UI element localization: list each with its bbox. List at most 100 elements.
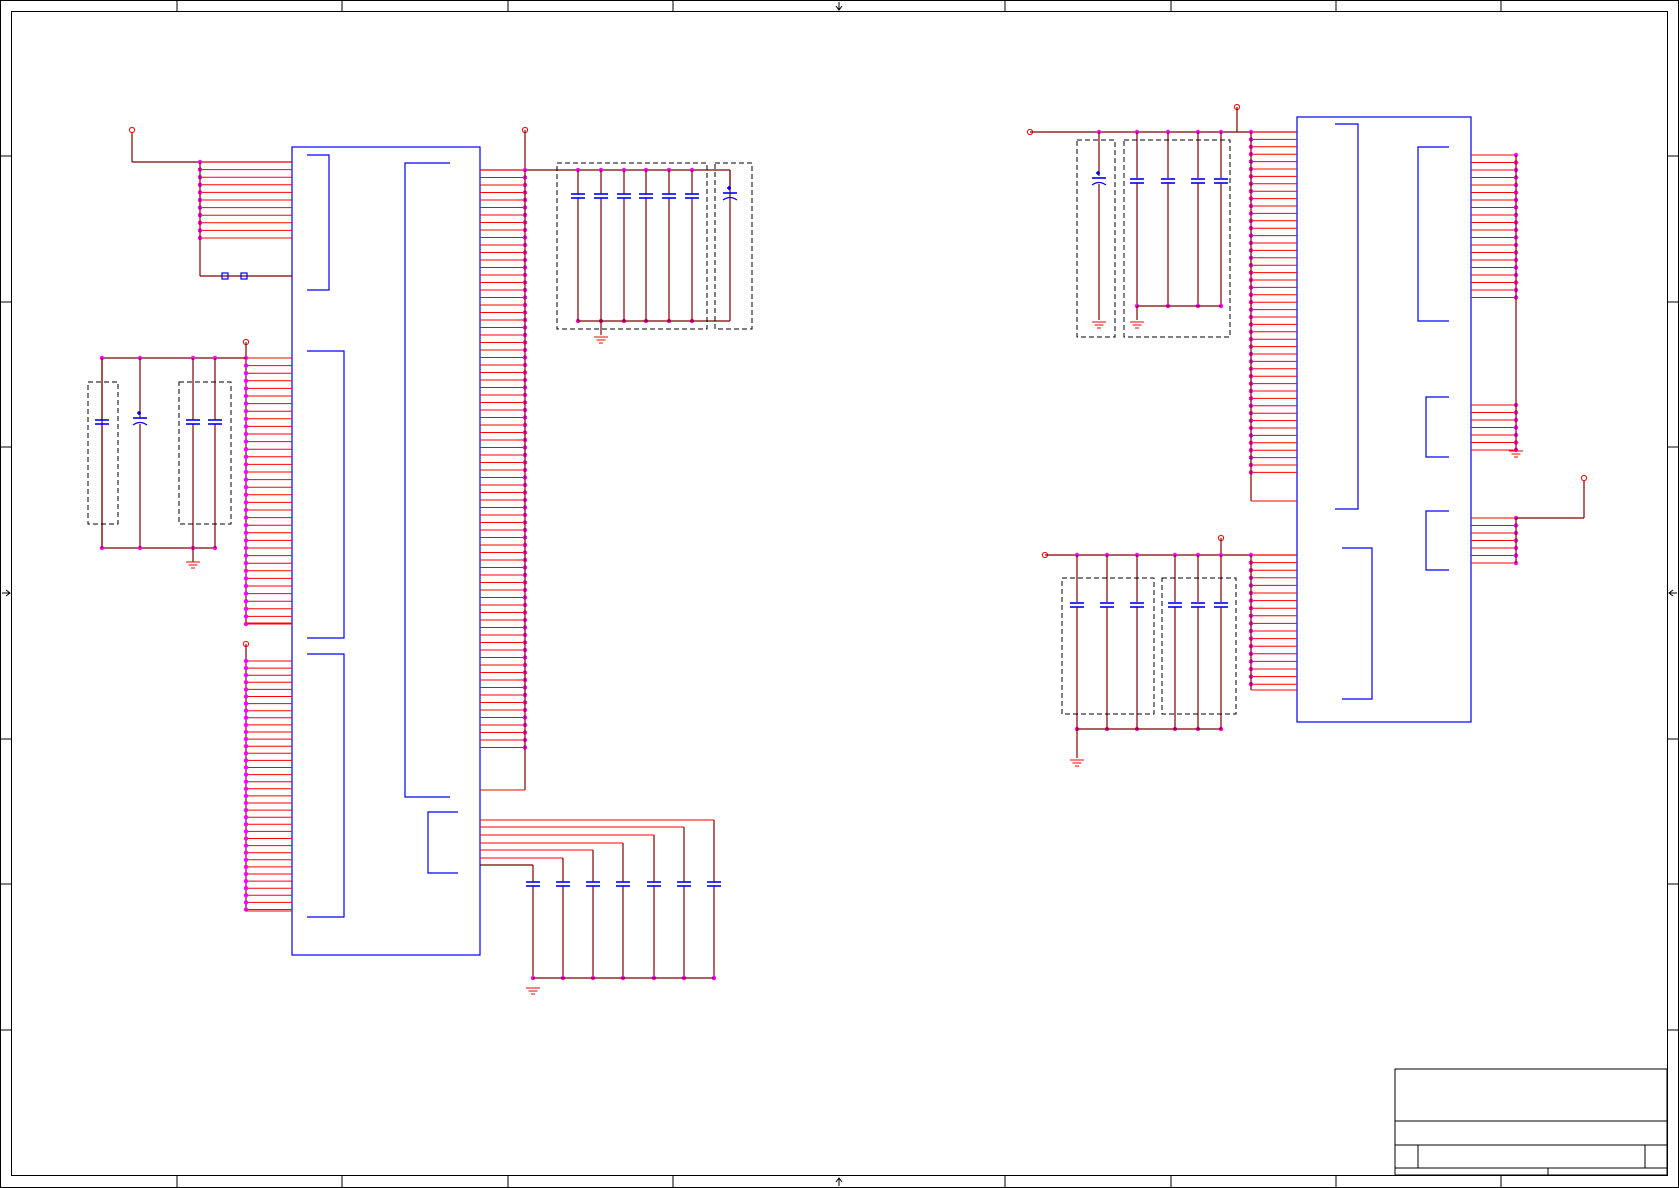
capacitor-icon bbox=[616, 881, 630, 887]
junction-dot bbox=[243, 729, 249, 735]
capacitor-icon bbox=[1100, 602, 1114, 608]
junction-dot bbox=[243, 447, 249, 452]
capacitor-icon bbox=[647, 881, 661, 887]
pin-group-bracket bbox=[1417, 146, 1449, 322]
junction-dot bbox=[243, 864, 249, 870]
junction-dot bbox=[243, 393, 249, 399]
junction-dot bbox=[243, 507, 249, 513]
capacitor-icon bbox=[1070, 602, 1084, 608]
ground-icon bbox=[526, 987, 540, 995]
junction-dot bbox=[243, 893, 249, 898]
junction-dot bbox=[243, 850, 249, 855]
title-block bbox=[1394, 1068, 1668, 1176]
junction-dot bbox=[243, 568, 249, 573]
junction-dot bbox=[243, 722, 249, 728]
decoupling-group-box bbox=[1161, 577, 1237, 715]
pin-group-bracket bbox=[1342, 547, 1373, 700]
junction-dot bbox=[243, 561, 249, 566]
junction-dot bbox=[243, 545, 249, 551]
capacitor-icon bbox=[677, 881, 691, 887]
junction-dot bbox=[243, 687, 249, 692]
capacitor-icon bbox=[1130, 602, 1144, 608]
schematic-sheet bbox=[0, 0, 1679, 1188]
power-port-icon bbox=[128, 126, 136, 134]
polarized-capacitor-icon bbox=[132, 411, 148, 426]
junction-dot bbox=[243, 424, 249, 429]
decoupling-group-box bbox=[87, 381, 119, 525]
decoupling-group-box bbox=[1076, 139, 1116, 338]
junction-dot bbox=[243, 401, 249, 406]
capacitor-icon bbox=[526, 881, 540, 887]
decoupling-group-box bbox=[1123, 139, 1231, 338]
junction-dot bbox=[243, 454, 249, 459]
decoupling-group-box bbox=[714, 162, 753, 330]
junction-dot bbox=[243, 621, 249, 627]
junction-dot bbox=[243, 708, 249, 713]
junction-dot bbox=[243, 765, 249, 770]
capacitor-icon bbox=[1191, 602, 1205, 608]
ground-icon bbox=[1130, 321, 1144, 329]
junction-dot bbox=[243, 857, 249, 862]
capacitor-icon bbox=[707, 881, 721, 887]
junction-dot bbox=[243, 614, 249, 619]
junction-dot bbox=[243, 815, 249, 820]
junction-dot bbox=[243, 599, 249, 604]
junction-dot bbox=[243, 523, 249, 528]
junction-dot bbox=[243, 485, 249, 490]
pin-group-bracket bbox=[307, 653, 345, 918]
junction-dot bbox=[243, 786, 249, 791]
ground-icon bbox=[1092, 321, 1106, 329]
pin-group-bracket bbox=[1425, 510, 1449, 571]
decoupling-group-box bbox=[1061, 577, 1155, 715]
junction-dot bbox=[243, 500, 249, 505]
capacitor-icon bbox=[556, 881, 570, 887]
capacitor-icon bbox=[186, 419, 200, 425]
power-port-icon bbox=[1580, 474, 1588, 482]
pin-group-bracket bbox=[427, 811, 458, 874]
junction-dot bbox=[243, 431, 249, 437]
junction-dot bbox=[243, 793, 249, 799]
junction-dot bbox=[243, 701, 249, 706]
junction-dot bbox=[243, 538, 249, 543]
capacitor-icon bbox=[208, 419, 222, 425]
junction-dot bbox=[243, 900, 249, 905]
junction-dot bbox=[243, 736, 249, 742]
arrow-icon bbox=[2, 589, 11, 597]
junction-dot bbox=[243, 843, 249, 848]
junction-dot bbox=[243, 378, 249, 383]
junction-dot bbox=[243, 515, 249, 520]
capacitor-icon bbox=[685, 193, 699, 199]
capacitor-icon bbox=[586, 881, 600, 887]
ground-icon bbox=[594, 336, 608, 344]
junction-dot bbox=[243, 829, 249, 834]
junction-dot bbox=[243, 715, 249, 720]
left-ic-block bbox=[87, 126, 753, 995]
ground-icon bbox=[1070, 759, 1084, 767]
junction-dot bbox=[243, 416, 249, 421]
junction-dot bbox=[243, 758, 249, 763]
junction-dot bbox=[243, 583, 249, 589]
pin-group-bracket bbox=[1425, 396, 1449, 458]
decoupling-group-box bbox=[178, 381, 232, 525]
junction-dot bbox=[243, 439, 249, 444]
capacitor-icon bbox=[1214, 178, 1228, 184]
junction-dot bbox=[243, 772, 249, 777]
capacitor-icon bbox=[1214, 602, 1228, 608]
junction-dot bbox=[243, 751, 249, 756]
junction-dot bbox=[243, 591, 249, 596]
pin-group-bracket bbox=[404, 162, 450, 798]
capacitor-icon bbox=[639, 193, 653, 199]
junction-dot bbox=[243, 553, 249, 558]
capacitor-icon bbox=[594, 193, 608, 199]
arrow-icon bbox=[1668, 589, 1677, 597]
junction-dot bbox=[243, 822, 249, 827]
junction-dot bbox=[243, 606, 249, 611]
capacitor-icon bbox=[1130, 178, 1144, 184]
junction-dot bbox=[243, 694, 249, 699]
capacitor-icon bbox=[617, 193, 631, 199]
junction-dot bbox=[243, 878, 249, 884]
pin-group-bracket bbox=[307, 350, 345, 639]
right-ic-block bbox=[1026, 103, 1588, 767]
title-block-outline bbox=[1394, 1068, 1668, 1176]
ground-icon bbox=[186, 561, 200, 569]
